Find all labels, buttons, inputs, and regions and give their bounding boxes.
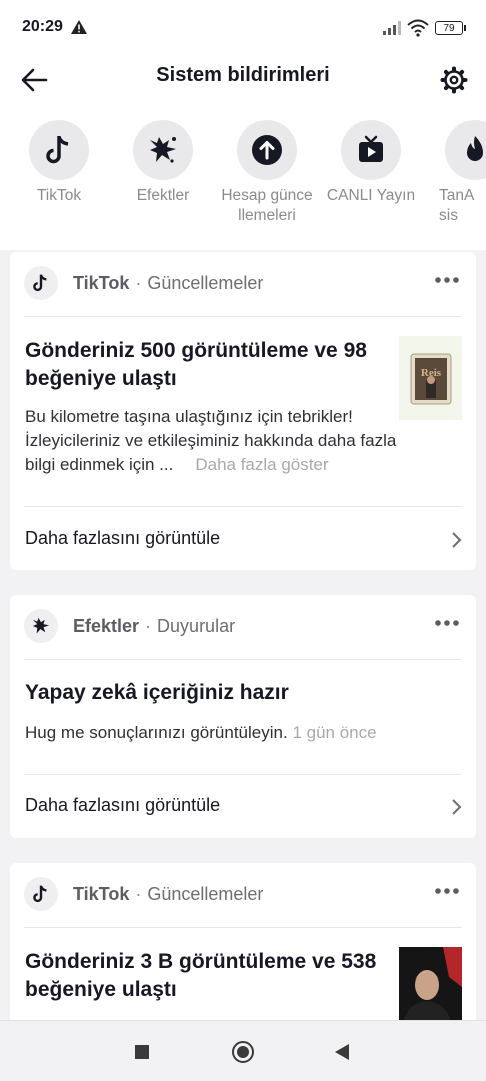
divider <box>24 316 462 317</box>
more-options-icon[interactable] <box>434 619 460 627</box>
app-header: Sistem bildirimleri <box>0 56 486 104</box>
category-effects[interactable]: Efektler <box>111 120 215 206</box>
recents-button[interactable] <box>135 1045 149 1059</box>
card-source: TikTok · Güncellemeler <box>24 266 263 300</box>
category-tiktok[interactable]: TikTok <box>7 120 111 206</box>
notification-headline: Gönderiniz 3 B görüntüleme ve 538 beğeni… <box>25 950 377 1001</box>
source-category: Güncellemeler <box>147 272 264 293</box>
flame-icon <box>445 120 486 180</box>
home-button[interactable] <box>232 1041 254 1063</box>
warning-icon <box>71 20 87 34</box>
card-source: Efektler · Duyurular <box>24 609 235 643</box>
category-label: CANLI Yayın <box>326 187 416 204</box>
more-options-icon[interactable] <box>434 887 460 895</box>
arrow-up-icon <box>237 120 297 180</box>
notification-card[interactable]: TikTok · Güncellemeler Gönderiniz 3 B gö… <box>10 863 476 1023</box>
effects-icon <box>133 120 193 180</box>
post-thumbnail[interactable]: Reis <box>399 336 462 420</box>
category-account-updates[interactable]: Hesap güncellemeleri <box>215 120 319 226</box>
chevron-right-icon[interactable] <box>450 798 462 816</box>
separator-dot: · <box>135 883 142 904</box>
category-assistant[interactable]: TanAsis <box>423 120 486 226</box>
system-nav-bar <box>0 1020 486 1081</box>
source-name: TikTok <box>73 883 130 904</box>
gear-icon[interactable] <box>438 62 470 98</box>
body-text: Hug me sonuçlarınızı görüntüleyin. <box>25 723 288 742</box>
battery-icon: 79 <box>435 21 466 35</box>
divider <box>24 774 462 775</box>
category-label: TikTok <box>36 187 82 204</box>
status-time: 20:29 <box>22 18 63 35</box>
post-thumbnail[interactable] <box>399 947 462 1023</box>
notification-headline: Gönderiniz 500 görüntüleme ve 98 beğeniy… <box>25 339 367 390</box>
separator-dot: · <box>135 272 142 293</box>
chevron-right-icon[interactable] <box>450 531 462 549</box>
source-name: Efektler <box>73 615 140 636</box>
more-options-icon[interactable] <box>434 276 460 284</box>
category-label: TanAsis <box>439 187 475 224</box>
source-category: Duyurular <box>157 615 236 636</box>
category-row: TikTok Efektler Hesap güncellemeleri CAN… <box>0 104 486 250</box>
notification-card[interactable]: TikTok · Güncellemeler Gönderiniz 500 gö… <box>10 252 476 570</box>
back-button[interactable] <box>335 1044 349 1060</box>
category-label: Efektler <box>136 187 190 204</box>
notification-body: Bu kilometre taşına ulaştığınız için teb… <box>25 405 397 477</box>
separator-dot: · <box>145 615 152 636</box>
divider <box>24 927 462 928</box>
effects-icon <box>24 609 58 643</box>
divider <box>24 659 462 660</box>
card-source: TikTok · Güncellemeler <box>24 877 263 911</box>
view-more-link[interactable]: Daha fazlasını görüntüle <box>25 795 220 816</box>
wifi-icon <box>407 19 429 37</box>
timestamp: 1 gün önce <box>292 723 377 742</box>
source-name: TikTok <box>73 272 130 293</box>
live-tv-icon <box>341 120 401 180</box>
tiktok-icon <box>29 120 89 180</box>
notification-card[interactable]: Efektler · Duyurular Yapay zekâ içeriğin… <box>10 595 476 838</box>
divider <box>24 506 462 507</box>
category-live[interactable]: CANLI Yayın <box>319 120 423 206</box>
source-category: Güncellemeler <box>147 883 264 904</box>
show-more-link[interactable]: Daha fazla göster <box>195 455 328 474</box>
status-bar: 20:29 79 <box>0 0 486 56</box>
notification-body: Hug me sonuçlarınızı görüntüleyin. 1 gün… <box>25 721 455 745</box>
tiktok-icon <box>24 877 58 911</box>
page-title: Sistem bildirimleri <box>156 64 330 86</box>
category-label: Hesap güncellemeleri <box>221 187 313 224</box>
signal-icon <box>383 21 401 35</box>
notification-headline: Yapay zekâ içeriğiniz hazır <box>25 681 289 704</box>
tiktok-icon <box>24 266 58 300</box>
view-more-link[interactable]: Daha fazlasını görüntüle <box>25 528 220 549</box>
